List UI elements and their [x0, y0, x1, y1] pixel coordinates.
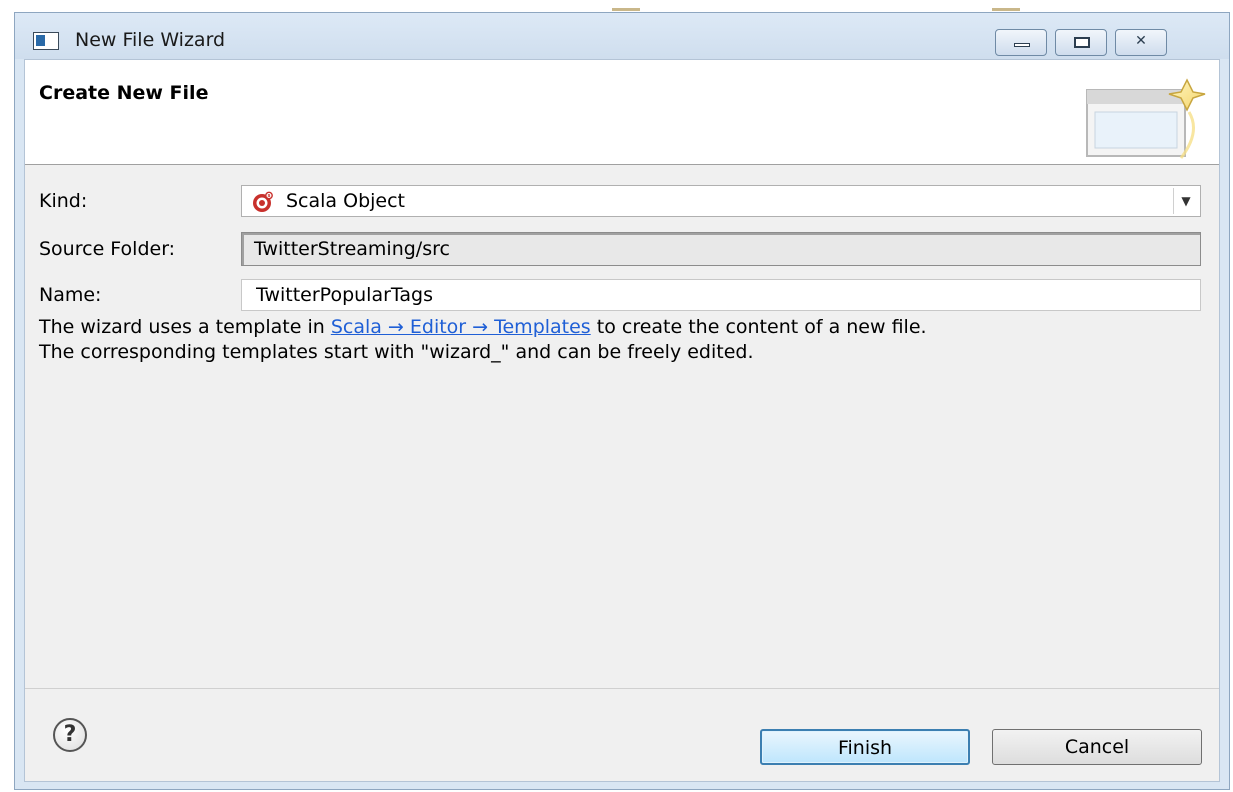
name-input[interactable] — [241, 279, 1201, 311]
page-title: Create New File — [39, 82, 209, 104]
dialog-content: Create New File Kind: s Scala Object ▼ S… — [24, 59, 1220, 782]
scala-object-icon: s — [253, 191, 273, 212]
wizard-info-text: The wizard uses a template in Scala → Ed… — [39, 315, 1214, 365]
background-tick — [612, 8, 640, 11]
footer-divider — [25, 688, 1219, 689]
templates-preferences-link[interactable]: Scala → Editor → Templates — [331, 316, 591, 338]
background-tick — [992, 8, 1020, 11]
chevron-down-icon[interactable]: ▼ — [1173, 188, 1198, 214]
minimize-icon — [1014, 43, 1030, 47]
kind-dropdown[interactable]: s Scala Object ▼ — [241, 185, 1201, 217]
kind-label: Kind: — [39, 190, 88, 212]
help-icon[interactable]: ? — [53, 718, 87, 752]
source-folder-label: Source Folder: — [39, 238, 176, 260]
close-button[interactable]: ✕ — [1115, 29, 1167, 56]
svg-text:s: s — [268, 193, 271, 199]
wizard-dialog: New File Wizard ✕ Create New File Kind: … — [14, 12, 1230, 790]
source-folder-field[interactable]: TwitterStreaming/src — [241, 232, 1201, 266]
background-strip — [0, 0, 1233, 12]
info-line-1: The wizard uses a template in Scala → Ed… — [39, 315, 1214, 340]
info-text: The wizard uses a template in — [39, 316, 331, 338]
info-line-2: The corresponding templates start with "… — [39, 341, 754, 363]
finish-button[interactable]: Finish — [760, 729, 970, 765]
cancel-button[interactable]: Cancel — [992, 729, 1202, 765]
kind-value: Scala Object — [286, 190, 405, 212]
title-bar[interactable]: New File Wizard ✕ — [15, 13, 1229, 59]
wizard-header: Create New File — [25, 60, 1219, 165]
info-text: to create the content of a new file. — [590, 316, 927, 338]
maximize-icon — [1074, 37, 1090, 48]
name-label: Name: — [39, 284, 102, 306]
minimize-button[interactable] — [995, 29, 1047, 56]
maximize-button[interactable] — [1055, 29, 1107, 56]
new-file-wizard-banner — [1086, 78, 1206, 159]
source-folder-value: TwitterStreaming/src — [254, 238, 450, 260]
window-icon[interactable] — [33, 32, 59, 50]
window-title: New File Wizard — [75, 29, 226, 51]
close-icon: ✕ — [1135, 33, 1147, 49]
